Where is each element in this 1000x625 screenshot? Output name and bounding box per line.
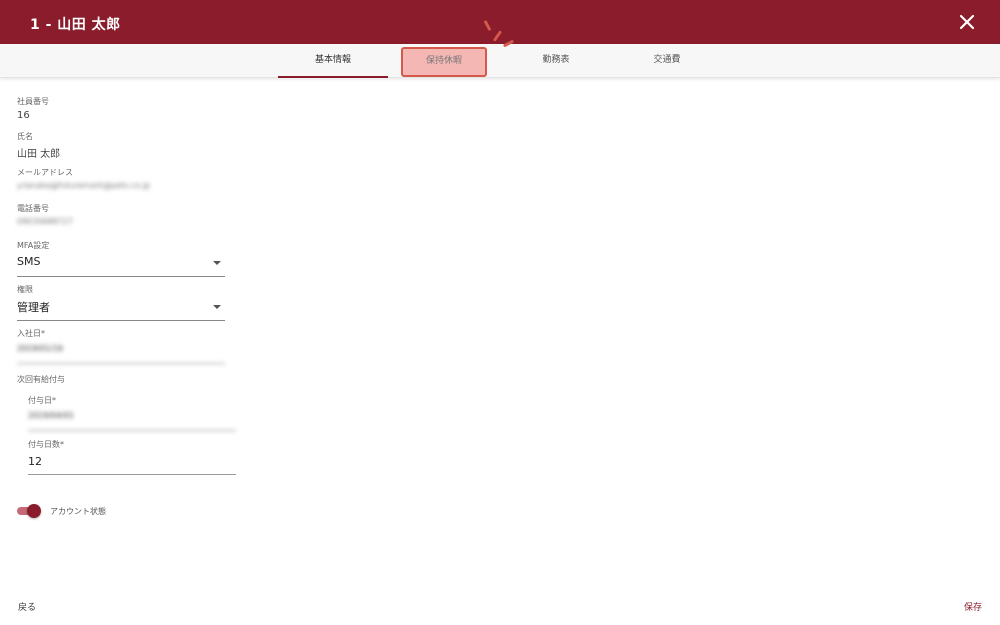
join-date-input[interactable]: 2019/01/16: [17, 344, 225, 364]
role-selected-value: 管理者: [17, 301, 50, 314]
tab-bar: 基本情報 保持休暇 勤務表 交通費: [0, 44, 1000, 78]
dropdown-arrow-icon: [213, 261, 221, 265]
mfa-select-box[interactable]: SMS: [17, 255, 225, 277]
role-label: 権限: [17, 285, 33, 294]
grant-date-field[interactable]: 付与日* 2019/04/01: [28, 395, 236, 431]
dialog-title: 1 - 山田 太郎: [30, 17, 121, 33]
mfa-select[interactable]: MFA設定 SMS: [17, 240, 225, 277]
phone-value: 09030688727: [17, 217, 73, 226]
role-select[interactable]: 権限 管理者: [17, 284, 225, 321]
tab-retained-leave[interactable]: 保持休暇: [401, 47, 487, 77]
back-button[interactable]: 戻る: [18, 600, 36, 613]
next-paid-leave-section: 次回有給付与: [17, 374, 65, 385]
join-date-label: 入社日*: [17, 329, 45, 338]
tab-basic-info[interactable]: 基本情報: [278, 44, 388, 78]
mfa-selected-value: SMS: [17, 255, 41, 268]
mfa-label: MFA設定: [17, 241, 50, 250]
role-select-box[interactable]: 管理者: [17, 299, 225, 321]
close-icon: [959, 14, 975, 30]
join-date-field[interactable]: 入社日* 2019/01/16: [17, 328, 225, 364]
phone-field: 電話番号 09030688727: [17, 203, 73, 226]
toggle-thumb: [27, 504, 41, 518]
name-label: 氏名: [17, 132, 33, 141]
dropdown-arrow-icon: [213, 305, 221, 309]
save-button[interactable]: 保存: [964, 600, 982, 613]
account-status-toggle[interactable]: [17, 504, 41, 518]
email-value: y.tanaka@futuremark@pets.co.jp: [17, 181, 151, 190]
employee-number-label: 社員番号: [17, 97, 49, 106]
grant-days-input[interactable]: 12: [28, 455, 236, 475]
grant-date-input[interactable]: 2019/04/01: [28, 411, 236, 431]
employee-number-value: 16: [17, 110, 30, 121]
next-paid-leave-label: 次回有給付与: [17, 375, 65, 384]
phone-label: 電話番号: [17, 204, 49, 213]
employee-number-field: 社員番号 16: [17, 96, 49, 121]
dialog-header: 1 - 山田 太郎: [0, 0, 1000, 44]
email-label: メールアドレス: [17, 168, 73, 177]
close-button[interactable]: [956, 11, 978, 33]
grant-days-field[interactable]: 付与日数* 12: [28, 439, 236, 475]
tab-timesheet[interactable]: 勤務表: [501, 44, 611, 78]
email-field: メールアドレス y.tanaka@futuremark@pets.co.jp: [17, 167, 150, 190]
name-field: 氏名 山田 太郎: [17, 131, 60, 160]
name-value: 山田 太郎: [17, 149, 61, 160]
grant-date-label: 付与日*: [28, 396, 56, 405]
grant-days-label: 付与日数*: [28, 440, 64, 449]
tab-transportation[interactable]: 交通費: [612, 44, 722, 78]
account-status-label: アカウント状態: [50, 507, 106, 516]
